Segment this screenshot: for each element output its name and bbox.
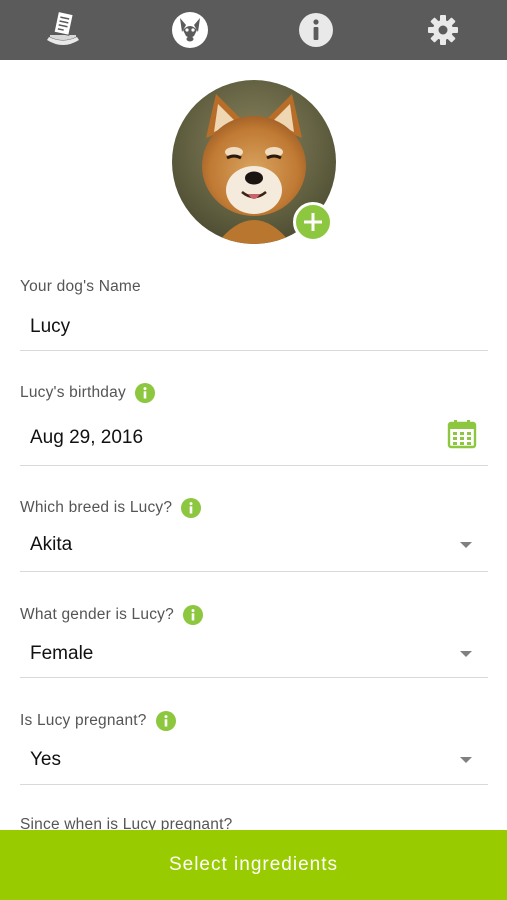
tab-recipe[interactable] [0, 0, 126, 60]
gender-underline [20, 677, 488, 678]
name-label: Your dog's Name [20, 278, 141, 295]
info-icon[interactable] [134, 383, 155, 403]
tab-dog-profile[interactable] [127, 0, 253, 60]
profile-photo-area [172, 80, 338, 246]
dog-face-icon [172, 12, 208, 48]
info-icon[interactable] [181, 498, 202, 518]
chevron-down-icon[interactable] [460, 542, 472, 548]
calendar-icon[interactable] [447, 419, 477, 449]
select-ingredients-button[interactable]: Select ingredients [0, 830, 507, 900]
pregnant-label-row: Is Lucy pregnant? [20, 711, 176, 731]
birthday-underline [20, 465, 488, 466]
select-ingredients-label: Select ingredients [168, 854, 339, 875]
plus-icon [304, 213, 322, 231]
since-pregnant-field: Since when is Lucy pregnant? [20, 816, 488, 833]
info-icon[interactable] [182, 605, 203, 625]
name-field: Your dog's Name Lucy [20, 278, 488, 352]
recipe-bowl-icon [47, 10, 79, 45]
pregnant-field: Is Lucy pregnant? Yes [20, 711, 488, 786]
breed-label-row: Which breed is Lucy? [20, 498, 202, 518]
birthday-field: Lucy's birthday Aug 29, 2016 [20, 383, 488, 467]
gear-icon [428, 15, 458, 45]
name-underline [20, 350, 488, 351]
add-photo-button[interactable] [293, 202, 333, 242]
info-icon[interactable] [155, 711, 176, 731]
gender-label-row: What gender is Lucy? [20, 605, 203, 625]
pregnant-underline [20, 784, 488, 785]
gender-select[interactable]: Female [30, 643, 93, 665]
name-input[interactable]: Lucy [30, 316, 70, 338]
chevron-down-icon[interactable] [460, 757, 472, 763]
pregnant-select[interactable]: Yes [30, 749, 61, 771]
gender-field: What gender is Lucy? Female [20, 605, 488, 680]
breed-field: Which breed is Lucy? Akita [20, 498, 488, 573]
breed-select[interactable]: Akita [30, 534, 72, 556]
breed-label: Which breed is Lucy? [20, 499, 173, 516]
birthday-label: Lucy's birthday [20, 384, 126, 401]
chevron-down-icon[interactable] [460, 651, 472, 657]
breed-underline [20, 571, 488, 572]
info-icon [299, 13, 333, 47]
top-tab-bar [0, 0, 507, 60]
tab-info[interactable] [253, 0, 379, 60]
birthday-label-row: Lucy's birthday [20, 383, 155, 403]
gender-label: What gender is Lucy? [20, 606, 174, 623]
tab-settings[interactable] [380, 0, 506, 60]
pregnant-label: Is Lucy pregnant? [20, 712, 147, 729]
birthday-input[interactable]: Aug 29, 2016 [30, 427, 143, 449]
